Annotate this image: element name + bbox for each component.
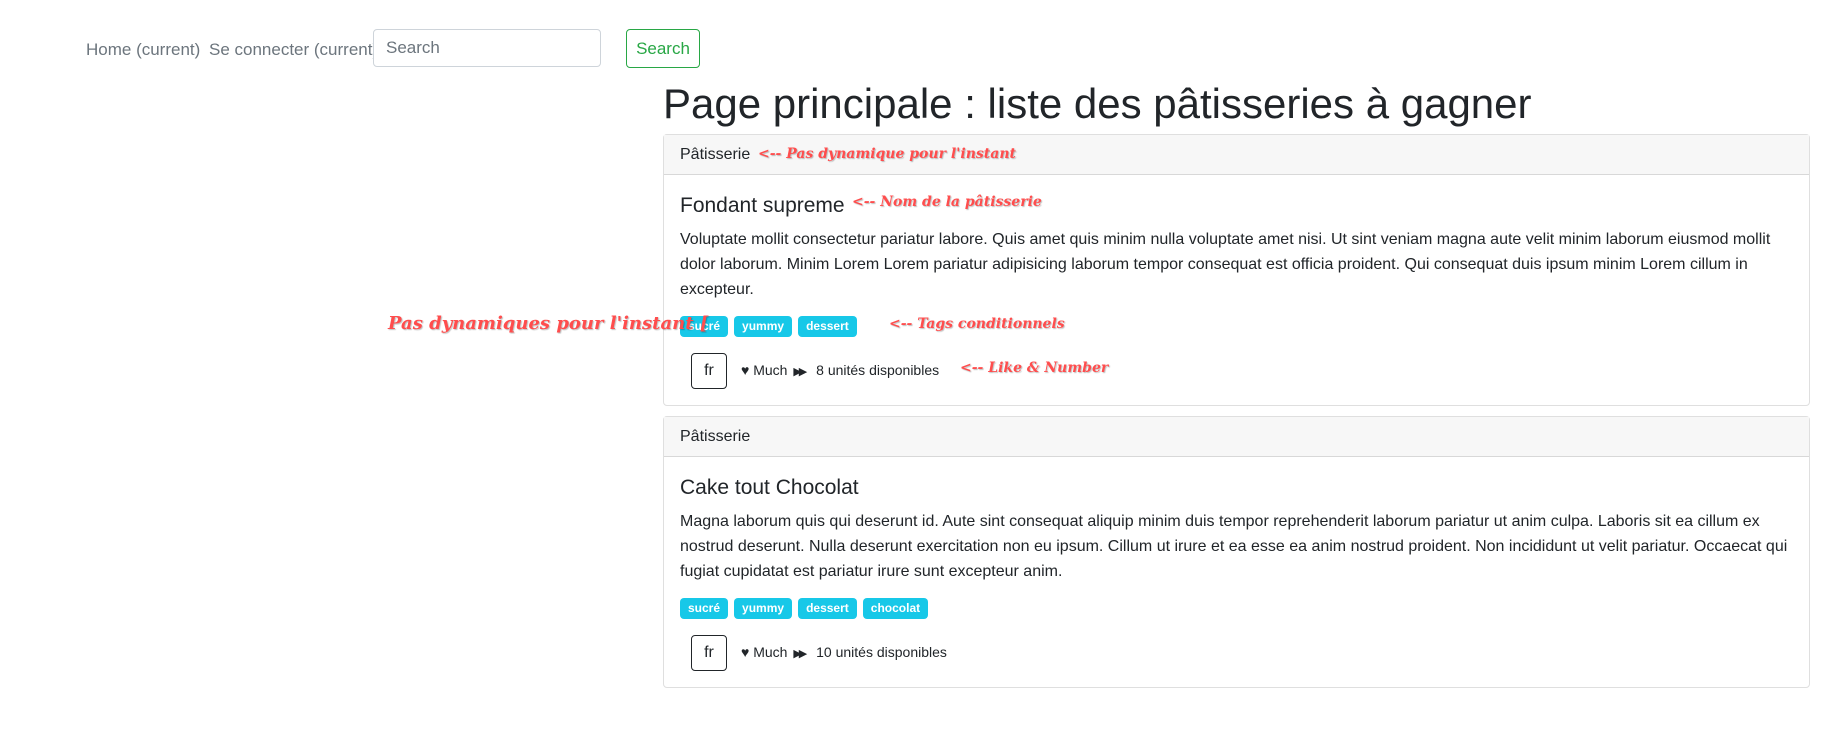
tag-badge[interactable]: sucré <box>680 598 729 619</box>
fast-forward-icon: ▶▶ <box>793 648 807 660</box>
tag-badge[interactable]: yummy <box>734 316 793 337</box>
units-label: 10 unités disponibles <box>816 644 947 660</box>
likes-label: Much <box>753 644 788 660</box>
tag-badge[interactable]: dessert <box>798 316 857 337</box>
pastry-card: Pâtisserie Cake tout Chocolat Magna labo… <box>663 416 1810 688</box>
pastry-card: Pâtisserie Fondant supreme Voluptate mol… <box>663 134 1810 406</box>
annotation-like-note: <-- Like & Number <box>960 360 1109 376</box>
like-line: ♥ Much ▶▶ 10 unités disponibles <box>741 644 947 660</box>
units-label: 8 unités disponibles <box>816 362 940 378</box>
tag-badge[interactable]: yummy <box>734 598 793 619</box>
likes-label: Much <box>753 362 788 378</box>
page-title: Page principale : liste des pâtisseries … <box>663 80 1532 127</box>
card-text: Voluptate mollit consectetur pariatur la… <box>680 231 1771 298</box>
nav-login-link[interactable]: Se connecter (current) <box>209 40 378 60</box>
language-badge: fr <box>691 353 727 389</box>
heart-icon[interactable]: ♥ <box>741 644 749 660</box>
language-badge: fr <box>691 635 727 671</box>
search-button[interactable]: Search <box>626 29 700 68</box>
fast-forward-icon: ▶▶ <box>793 366 807 378</box>
navbar: Home (current) Se connecter (current) Se… <box>0 0 760 95</box>
annotation-title-note: <-- Nom de la pâtisserie <box>852 194 1042 210</box>
card-title: Cake tout Chocolat <box>680 476 859 499</box>
annotation-side-note: Pas dynamiques pour l'instant [ <box>388 313 709 334</box>
heart-icon[interactable]: ♥ <box>741 362 749 378</box>
tag-badge[interactable]: dessert <box>798 598 857 619</box>
tag-list: sucré yummy dessert chocolat <box>680 598 934 619</box>
tag-badge[interactable]: chocolat <box>862 598 929 619</box>
card-text: Magna laborum quis qui deserunt id. Aute… <box>680 513 1788 580</box>
nav-home-link[interactable]: Home (current) <box>86 40 200 60</box>
annotation-header-note: <-- Pas dynamique pour l'instant <box>758 146 1016 162</box>
annotation-tags-note: <-- Tags conditionnels <box>889 316 1065 332</box>
search-input[interactable] <box>373 29 601 67</box>
card-title: Fondant supreme <box>680 194 845 217</box>
like-line: ♥ Much ▶▶ 8 unités disponibles <box>741 362 939 378</box>
card-header: Pâtisserie <box>664 417 1809 457</box>
